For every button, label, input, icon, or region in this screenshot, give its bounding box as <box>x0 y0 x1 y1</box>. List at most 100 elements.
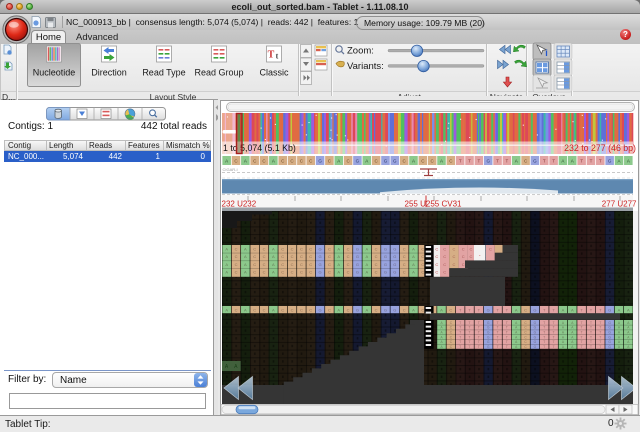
svg-text:T: T <box>599 159 602 164</box>
svg-text:G: G <box>384 262 387 267</box>
svg-text:T: T <box>599 326 601 330</box>
svg-text:T: T <box>581 345 583 349</box>
svg-text:C: C <box>281 254 284 259</box>
svg-text:T: T <box>543 345 545 349</box>
svg-text:T: T <box>553 340 555 344</box>
svg-text:T: T <box>468 159 471 164</box>
svg-text:G: G <box>393 159 397 164</box>
svg-text:T: T <box>459 326 461 330</box>
svg-text:C: C <box>291 254 294 259</box>
svg-text:T: T <box>506 335 508 339</box>
svg-text:A: A <box>627 159 630 164</box>
svg-text:C: C <box>421 262 424 267</box>
svg-text:C: C <box>253 270 256 275</box>
svg-text:T: T <box>459 331 461 335</box>
svg-text:C: C <box>281 246 284 251</box>
svg-text:C: C <box>435 262 438 267</box>
svg-text:T: T <box>268 50 275 61</box>
svg-text:G: G <box>356 270 359 275</box>
svg-text:Nucleotide: Nucleotide <box>33 68 76 78</box>
svg-text:G: G <box>319 254 322 259</box>
svg-text:T: T <box>580 159 583 164</box>
svg-text:T: T <box>459 335 461 339</box>
svg-text:C: C <box>300 262 303 267</box>
svg-text:T: T <box>469 335 471 339</box>
svg-text:A: A <box>225 262 228 267</box>
svg-text:G: G <box>393 254 396 259</box>
svg-text:G: G <box>393 246 396 251</box>
svg-text:t: t <box>276 52 279 61</box>
svg-text:C: C <box>453 262 456 267</box>
svg-text:G: G <box>393 262 396 267</box>
svg-text:T: T <box>581 340 583 344</box>
svg-text:T: T <box>590 159 593 164</box>
svg-text:C: C <box>328 254 331 259</box>
svg-text:A: A <box>337 270 340 275</box>
svg-text:A: A <box>561 159 564 164</box>
svg-text:G: G <box>384 246 387 251</box>
svg-text:A: A <box>225 270 228 275</box>
svg-text:G: G <box>319 308 322 313</box>
svg-text:T: T <box>497 340 499 344</box>
svg-text:A: A <box>225 308 228 313</box>
svg-text:A: A <box>440 159 443 164</box>
svg-text:G: G <box>356 308 359 313</box>
svg-text:T: T <box>497 345 499 349</box>
svg-text:A: A <box>225 159 228 164</box>
svg-text:T: T <box>497 331 499 335</box>
svg-text:A: A <box>571 308 574 313</box>
svg-text:C: C <box>453 254 456 259</box>
svg-text:C: C <box>309 308 312 313</box>
svg-text:T: T <box>581 335 583 339</box>
svg-text:T: T <box>459 321 461 325</box>
svg-text:G: G <box>356 159 360 164</box>
svg-text:C: C <box>403 246 406 251</box>
svg-text:A: A <box>272 308 275 313</box>
svg-text:T: T <box>543 326 545 330</box>
svg-text:A: A <box>627 308 630 313</box>
svg-text:G: G <box>393 270 396 275</box>
svg-text:G: G <box>384 308 387 313</box>
svg-text:1 to 5,074 (5.1 Kb): 1 to 5,074 (5.1 Kb) <box>223 143 296 153</box>
svg-text:G: G <box>356 254 359 259</box>
svg-text:C: C <box>328 262 331 267</box>
svg-text:T: T <box>469 321 471 325</box>
svg-text:C: C <box>253 308 256 313</box>
svg-text:C: C <box>435 270 438 275</box>
svg-text:T: T <box>543 340 545 344</box>
svg-text:T: T <box>553 345 555 349</box>
svg-text:C: C <box>470 254 473 259</box>
svg-text:A: A <box>562 308 565 313</box>
svg-text:C: C <box>375 270 378 275</box>
svg-text:C: C <box>470 246 473 251</box>
svg-text:C: C <box>253 254 256 259</box>
svg-text:Classic: Classic <box>259 68 289 78</box>
svg-text:T: T <box>506 340 508 344</box>
svg-text:G: G <box>393 308 396 313</box>
svg-text:C: C <box>253 262 256 267</box>
svg-text:C: C <box>281 270 284 275</box>
svg-text:T: T <box>599 335 601 339</box>
svg-text:255 U255 CV31: 255 U255 CV31 <box>405 200 462 209</box>
svg-text:T: T <box>553 335 555 339</box>
svg-text:A: A <box>515 308 518 313</box>
svg-text:T: T <box>497 335 499 339</box>
svg-text:C: C <box>281 308 284 313</box>
svg-text:C: C <box>328 270 331 275</box>
svg-text:A: A <box>412 246 415 251</box>
svg-text:A: A <box>412 308 415 313</box>
svg-text:A: A <box>337 262 340 267</box>
svg-text:A: A <box>365 270 368 275</box>
svg-text:C: C <box>462 246 465 251</box>
svg-text:T: T <box>581 326 583 330</box>
svg-text:A: A <box>617 159 620 164</box>
svg-text:C: C <box>435 254 438 259</box>
svg-text:T: T <box>590 321 592 325</box>
svg-text:C: C <box>281 262 284 267</box>
svg-text:C: C <box>347 246 350 251</box>
svg-text:277 U277: 277 U277 <box>602 200 637 209</box>
svg-text:C: C <box>235 270 238 275</box>
svg-text:C: C <box>253 246 256 251</box>
svg-text:A: A <box>365 262 368 267</box>
svg-text:C: C <box>300 246 303 251</box>
